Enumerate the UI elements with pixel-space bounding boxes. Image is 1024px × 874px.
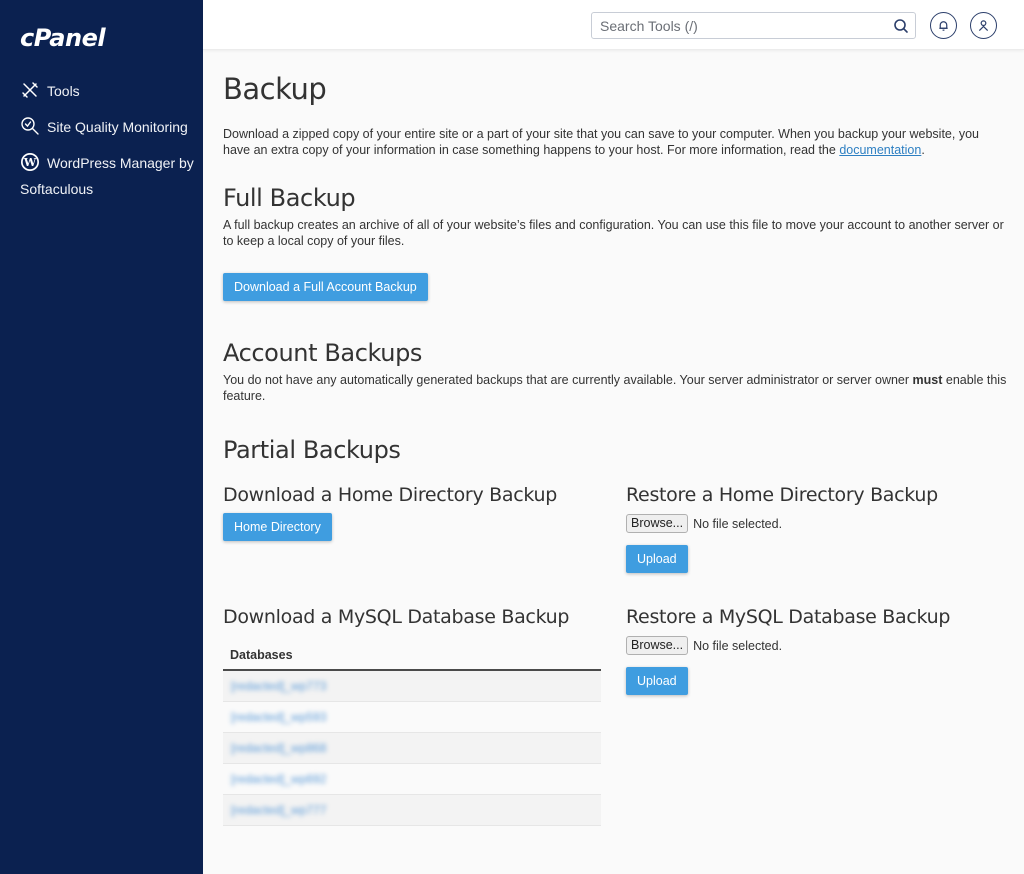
search-icon[interactable]: [893, 18, 909, 34]
table-row: [redacted]_wp593: [223, 701, 601, 733]
sidebar-item-tools[interactable]: Tools: [20, 78, 195, 104]
svg-text:W: W: [23, 156, 37, 169]
home-upload-button[interactable]: Upload: [626, 545, 688, 573]
emphasis-must: must: [912, 373, 943, 387]
mysql-restore-section: Restore a MySQL Database Backup Browse..…: [626, 606, 1006, 695]
home-file-input: Browse... No file selected.: [626, 514, 1006, 533]
user-icon: [978, 20, 989, 32]
database-link[interactable]: [redacted]_wp777: [231, 803, 326, 817]
home-file-status: No file selected.: [693, 516, 783, 531]
home-download-heading: Download a Home Directory Backup: [223, 484, 557, 506]
sidebar-item-label: Tools: [47, 83, 80, 99]
account-backups-text-body: You do not have any automatically genera…: [223, 373, 913, 387]
database-link[interactable]: [redacted]_wp692: [231, 772, 326, 786]
home-restore-section: Restore a Home Directory Backup Browse..…: [626, 484, 1006, 573]
documentation-link[interactable]: documentation: [839, 143, 921, 157]
search-box: [591, 12, 916, 39]
page-title: Backup: [223, 72, 327, 106]
cpanel-logo[interactable]: cPanel: [20, 24, 106, 52]
search-input[interactable]: [592, 13, 882, 38]
mysql-restore-heading: Restore a MySQL Database Backup: [626, 606, 951, 628]
full-backup-text: A full backup creates an archive of all …: [223, 218, 1004, 248]
top-bar: [203, 0, 1024, 50]
wordpress-icon: W: [20, 152, 40, 172]
sidebar: cPanel Tools Site Quality Monitoring W W…: [0, 0, 203, 874]
table-row: [redacted]_wp868: [223, 732, 601, 764]
bell-icon: [939, 21, 948, 31]
mysql-download-section: Download a MySQL Database Backup Databas…: [223, 606, 601, 826]
mysql-file-input: Browse... No file selected.: [626, 636, 1006, 655]
user-menu-button[interactable]: [970, 12, 997, 39]
table-row: [redacted]_wp692: [223, 763, 601, 795]
partial-backups-heading: Partial Backups: [223, 436, 401, 464]
home-directory-button[interactable]: Home Directory: [223, 513, 332, 541]
database-link[interactable]: [redacted]_wp868: [231, 741, 326, 755]
database-link[interactable]: [redacted]_wp773: [231, 679, 326, 693]
account-backups-text: You do not have any automatically genera…: [223, 372, 1008, 404]
home-browse-button[interactable]: Browse...: [626, 514, 689, 533]
sidebar-nav: Tools Site Quality Monitoring W WordPres…: [20, 78, 195, 212]
sidebar-item-wordpress-manager[interactable]: W WordPress Manager by Softaculous: [20, 150, 195, 202]
mysql-browse-button[interactable]: Browse...: [626, 636, 689, 655]
download-full-backup-button[interactable]: Download a Full Account Backup: [223, 273, 428, 301]
notifications-button[interactable]: [930, 12, 957, 39]
home-restore-heading: Restore a Home Directory Backup: [626, 484, 938, 506]
sidebar-item-site-quality[interactable]: Site Quality Monitoring: [20, 114, 195, 140]
databases-column-header: Databases: [223, 640, 601, 671]
mysql-upload-button[interactable]: Upload: [626, 667, 688, 695]
tools-icon: [20, 80, 40, 100]
databases-table: Databases [redacted]_wp773 [redacted]_wp…: [223, 640, 601, 826]
table-row: [redacted]_wp773: [223, 670, 601, 702]
home-download-section: Download a Home Directory Backup Home Di…: [223, 484, 601, 541]
sidebar-item-label: Site Quality Monitoring: [47, 119, 188, 135]
account-backups-heading: Account Backups: [223, 339, 423, 367]
full-backup-heading: Full Backup: [223, 184, 356, 212]
main-content: Backup Download a zipped copy of your en…: [223, 50, 1008, 826]
mysql-file-status: No file selected.: [693, 638, 783, 653]
table-row: [redacted]_wp777: [223, 794, 601, 826]
intro-text: Download a zipped copy of your entire si…: [223, 126, 1008, 158]
sidebar-item-label: WordPress Manager by Softaculous: [20, 155, 194, 197]
database-link[interactable]: [redacted]_wp593: [231, 710, 326, 724]
intro-text-end: .: [921, 143, 925, 157]
site-quality-icon: [20, 116, 40, 136]
mysql-download-heading: Download a MySQL Database Backup: [223, 606, 570, 628]
